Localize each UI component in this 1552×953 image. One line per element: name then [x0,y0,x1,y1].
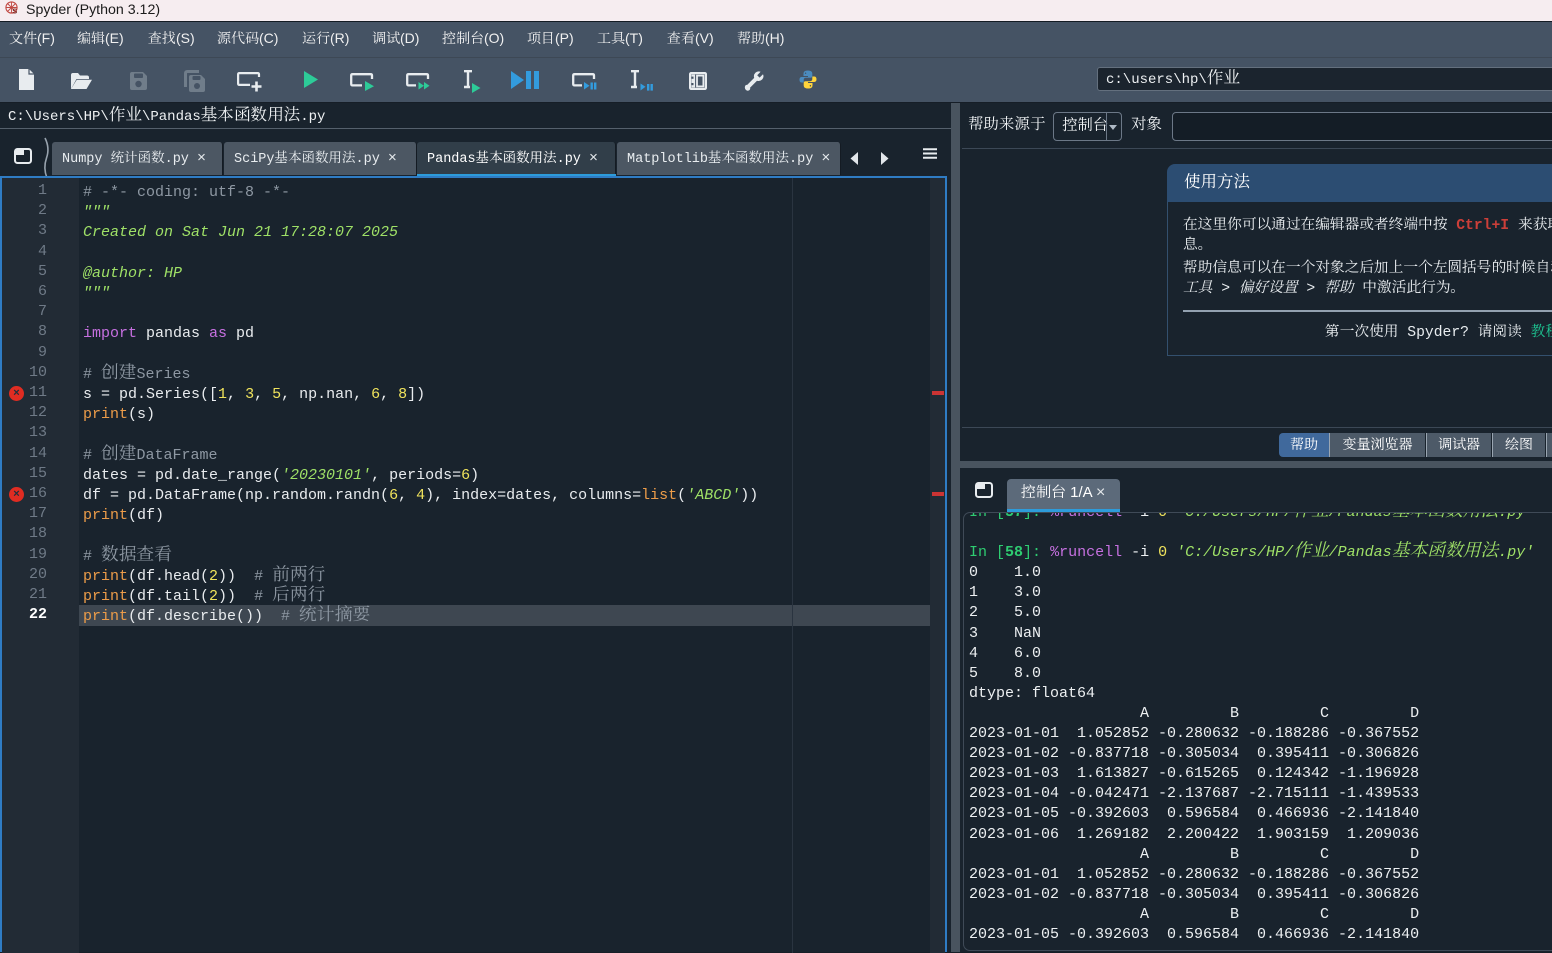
svg-text:S: S [12,7,17,16]
